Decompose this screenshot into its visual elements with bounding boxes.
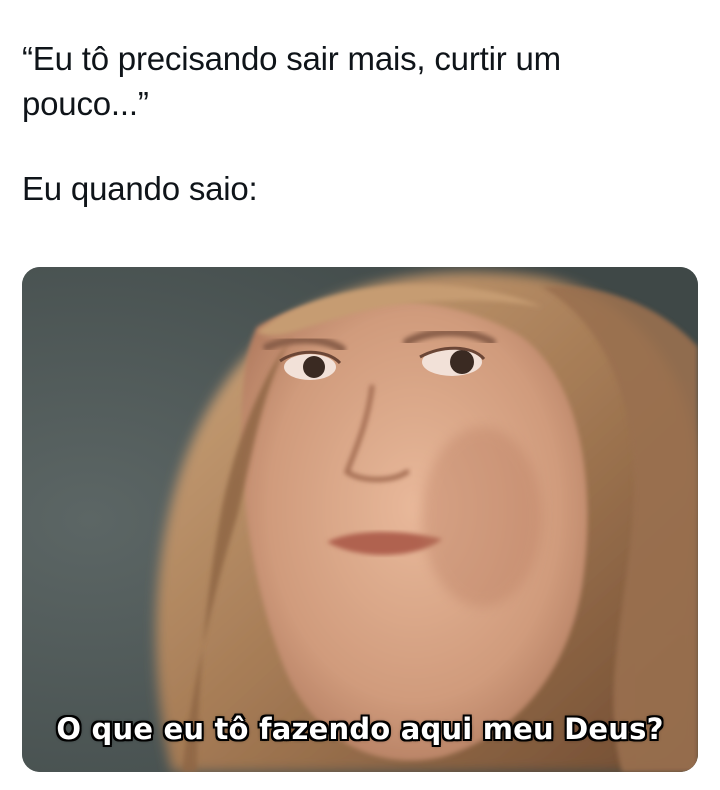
post-reaction-text: Eu quando saio: <box>22 170 258 207</box>
post-text: “Eu tô precisando sair mais, curtir um p… <box>22 36 682 211</box>
meme-subtitle-caption: O que eu tô fazendo aqui meu Deus? <box>56 712 664 746</box>
meme-woman-confused-image <box>22 267 698 772</box>
post-quote-text: “Eu tô precisando sair mais, curtir um p… <box>22 40 561 122</box>
post-media-image[interactable]: O que eu tô fazendo aqui meu Deus? <box>22 267 698 772</box>
